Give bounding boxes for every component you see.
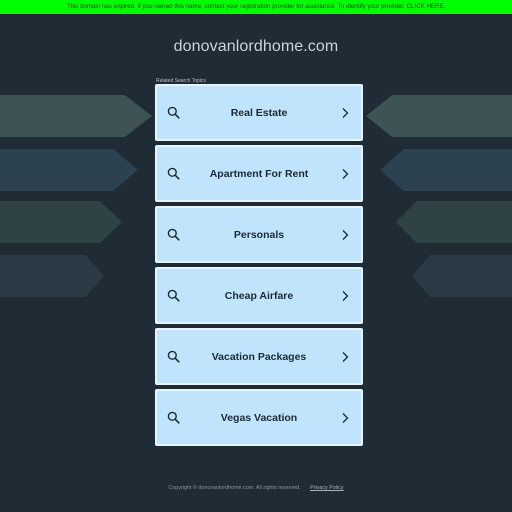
search-topic-label: Real Estate (230, 106, 288, 119)
copyright-text: Copyright © donovanlordhome.com. All rig… (168, 485, 301, 491)
decorative-arrow-right-3 (396, 201, 512, 243)
privacy-policy-link[interactable]: Privacy Policy (310, 485, 344, 491)
related-search-list: Real Estate Apartment For Rent Personals… (155, 84, 363, 450)
chevron-right-icon (342, 230, 349, 240)
search-icon (167, 350, 180, 363)
search-topic-label: Apartment For Rent (209, 167, 309, 180)
search-icon (167, 106, 180, 119)
chevron-right-icon (342, 413, 349, 423)
search-topic-vacation-packages[interactable]: Vacation Packages (155, 328, 363, 385)
search-topic-label: Cheap Airfare (224, 289, 294, 302)
search-topic-vegas-vacation[interactable]: Vegas Vacation (155, 389, 363, 446)
search-topic-label: Personals (233, 228, 285, 241)
decorative-arrow-left-4 (0, 255, 104, 297)
search-topic-label: Vacation Packages (211, 350, 307, 363)
search-topic-apartment-for-rent[interactable]: Apartment For Rent (155, 145, 363, 202)
chevron-right-icon (342, 108, 349, 118)
chevron-right-icon (342, 352, 349, 362)
footer: Copyright © donovanlordhome.com. All rig… (0, 485, 512, 491)
decorative-arrow-right-1 (366, 95, 512, 137)
search-icon (167, 228, 180, 241)
decorative-arrow-right-4 (412, 255, 512, 297)
search-icon (167, 167, 180, 180)
search-topic-cheap-airfare[interactable]: Cheap Airfare (155, 267, 363, 324)
search-topic-personals[interactable]: Personals (155, 206, 363, 263)
expired-domain-banner[interactable]: This domain has expired. If you owned th… (0, 0, 512, 14)
search-topic-real-estate[interactable]: Real Estate (155, 84, 363, 141)
decorative-arrow-left-1 (0, 95, 152, 137)
decorative-arrow-right-2 (380, 149, 512, 191)
search-icon (167, 411, 180, 424)
chevron-right-icon (342, 169, 349, 179)
decorative-arrow-left-2 (0, 149, 138, 191)
domain-title: donovanlordhome.com (173, 38, 339, 55)
decorative-arrow-left-3 (0, 201, 122, 243)
chevron-right-icon (342, 291, 349, 301)
search-topic-label: Vegas Vacation (220, 411, 298, 424)
search-icon (167, 289, 180, 302)
